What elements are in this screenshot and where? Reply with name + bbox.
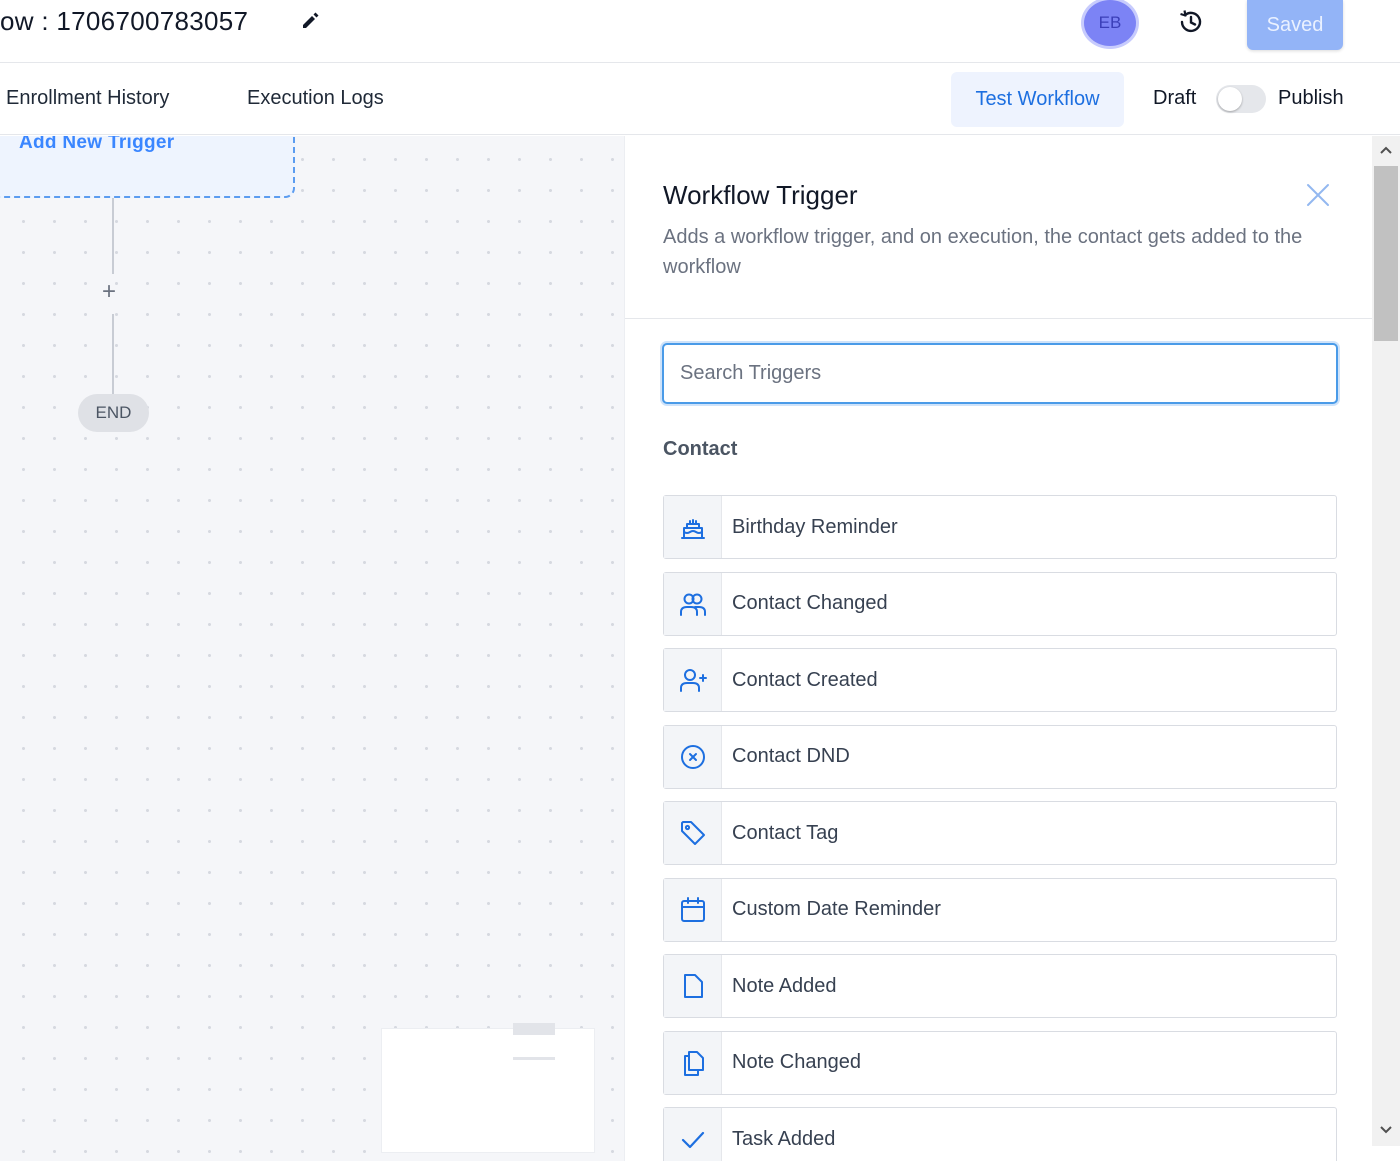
test-workflow-button[interactable]: Test Workflow (951, 72, 1124, 127)
trigger-list: Birthday Reminder Contact Changed Contac… (663, 495, 1337, 1161)
trigger-item-task-added[interactable]: Task Added (663, 1107, 1337, 1161)
users-icon (679, 593, 706, 616)
trigger-item-contact-dnd[interactable]: Contact DND (663, 724, 1337, 789)
panel-scrollbar[interactable] (1372, 136, 1400, 1146)
panel-title: Workflow Trigger (663, 180, 858, 210)
scroll-thumb[interactable] (1374, 166, 1398, 341)
trigger-item-label: Contact DND (732, 745, 850, 767)
cake-icon (680, 519, 705, 539)
end-node: END (78, 394, 149, 432)
trigger-item-label: Note Changed (732, 1051, 861, 1073)
circle-x-icon (680, 744, 705, 769)
minimap-node (513, 1057, 555, 1060)
panel-description: Adds a workflow trigger, and on executio… (663, 226, 1303, 278)
tab-enrollment-history[interactable]: Enrollment History (6, 87, 169, 110)
search-triggers-input[interactable] (662, 343, 1338, 404)
scroll-down-icon[interactable] (1376, 1120, 1396, 1140)
trigger-item-contact-changed[interactable]: Contact Changed (663, 571, 1337, 636)
trigger-item-label: Birthday Reminder (732, 515, 898, 538)
trigger-item-label: Custom Date Reminder (732, 898, 941, 920)
publish-label: Publish (1278, 87, 1344, 109)
top-bar: ow : 1706700783057 EB Saved (0, 0, 1400, 63)
toggle-knob (1218, 87, 1242, 111)
publish-toggle[interactable] (1216, 85, 1266, 113)
trigger-item-label: Note Added (732, 974, 837, 997)
trigger-item-label: Contact Changed (732, 592, 888, 614)
workflow-nav-bar: Enrollment History Execution Logs Test W… (0, 63, 1400, 135)
tab-execution-logs[interactable]: Execution Logs (247, 87, 384, 110)
check-icon (681, 1131, 704, 1149)
trigger-item-note-changed[interactable]: Note Changed (663, 1030, 1337, 1095)
trigger-item-contact-tag[interactable]: Contact Tag (663, 801, 1337, 865)
tag-icon (680, 821, 705, 845)
minimap-node (513, 1023, 555, 1035)
add-step-plus-icon[interactable]: + (102, 280, 116, 304)
scroll-up-icon[interactable] (1376, 140, 1396, 160)
trigger-item-label: Task Added (732, 1127, 836, 1150)
panel-divider (625, 318, 1372, 319)
saved-button[interactable]: Saved (1247, 0, 1343, 50)
files-icon (683, 1050, 704, 1076)
close-icon[interactable] (1305, 182, 1331, 208)
history-icon[interactable] (1175, 6, 1207, 38)
trigger-item-birthday-reminder[interactable]: Birthday Reminder (663, 495, 1337, 559)
pencil-icon[interactable] (298, 8, 322, 32)
add-trigger-label[interactable]: Add New Trigger (19, 136, 174, 154)
section-title-contact: Contact (663, 438, 738, 460)
trigger-item-custom-date-reminder[interactable]: Custom Date Reminder (663, 877, 1337, 942)
connector-line-top (112, 198, 114, 274)
trigger-item-note-added[interactable]: Note Added (663, 954, 1337, 1018)
workflow-canvas[interactable]: Add New Trigger + END (0, 136, 624, 1161)
user-avatar[interactable]: EB (1084, 0, 1136, 46)
workflow-trigger-panel: Workflow Trigger Adds a workflow trigger… (624, 136, 1372, 1161)
user-plus-icon (679, 669, 707, 692)
calendar-icon (680, 896, 705, 922)
trigger-item-label: Contact Created (732, 668, 878, 691)
workflow-title[interactable]: ow : 1706700783057 (0, 6, 248, 37)
trigger-item-contact-created[interactable]: Contact Created (663, 648, 1337, 712)
file-icon (683, 974, 703, 998)
connector-line-bottom (112, 314, 114, 396)
canvas-minimap[interactable] (381, 1023, 595, 1153)
trigger-item-label: Contact Tag (732, 821, 839, 844)
draft-label: Draft (1153, 87, 1197, 109)
